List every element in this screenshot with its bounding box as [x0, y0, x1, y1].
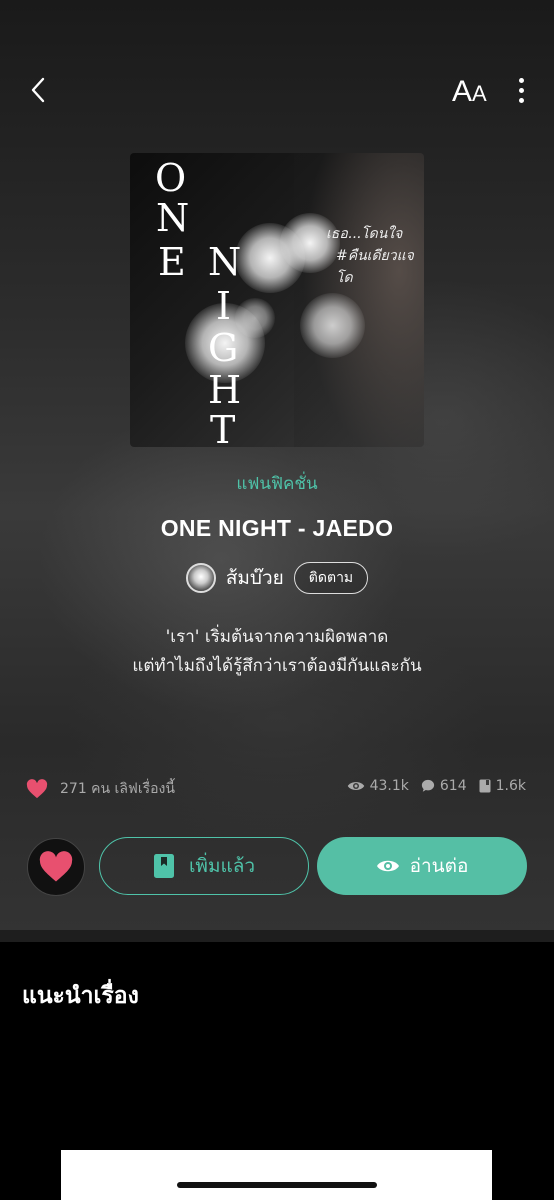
top-bar: AA [0, 62, 554, 118]
follow-button-label: ติดตาม [308, 570, 354, 586]
cover-tagline: เธอ...โดนใจ [326, 226, 403, 242]
cover-hashtag: #คืนเดียวแจโด [336, 248, 414, 286]
continue-reading-button[interactable]: อ่านต่อ [317, 837, 527, 895]
story-stats: 271 คน เลิฟเรื่องนี้ 43.1k 614 1.6k [0, 774, 554, 804]
story-title: ONE NIGHT - JAEDO [160, 515, 394, 541]
added-to-library-button[interactable]: เพิ่มแล้ว [99, 837, 309, 895]
chapters-metric: 1.6k [479, 778, 526, 794]
cover-title-letter: I [216, 284, 232, 328]
love-count: 271 คน เลิฟเรื่องนี้ [26, 778, 175, 800]
love-count-text: 271 คน เลิฟเรื่องนี้ [60, 781, 175, 797]
home-indicator[interactable] [177, 1182, 377, 1188]
more-dot-icon [518, 87, 524, 93]
bookmark-book-icon [153, 854, 174, 878]
views-metric: 43.1k [347, 778, 409, 794]
added-button-label: เพิ่มแล้ว [188, 855, 256, 877]
author-name[interactable]: ส้มบ๊วย [226, 563, 284, 593]
chevron-left-icon [31, 77, 45, 103]
section-divider [0, 930, 554, 942]
story-metrics: 43.1k 614 1.6k [347, 778, 526, 794]
chapters-count: 1.6k [495, 778, 526, 794]
comments-metric: 614 [421, 778, 467, 794]
author-row: ส้มบ๊วย ติดตาม [0, 562, 554, 594]
more-dot-icon [518, 77, 524, 83]
comments-count: 614 [439, 778, 467, 794]
views-count: 43.1k [369, 778, 409, 794]
love-button[interactable] [27, 838, 85, 896]
eye-icon [376, 860, 399, 872]
story-cover-image: O N E N I G H T เธอ...โดนใจ #คืนเดียวแจโ… [130, 153, 424, 447]
font-size-button[interactable]: AA [452, 70, 487, 110]
story-synopsis: 'เรา' เริ่มต้นจากความผิดพลาด แต่ทำไมถึงไ… [0, 623, 554, 681]
cover-title-letter: N [208, 240, 242, 284]
eye-icon [347, 782, 364, 790]
cover-title-letter: E [158, 240, 186, 284]
heart-icon [39, 851, 73, 882]
story-category[interactable]: แฟนฟิคชั่น [0, 470, 554, 497]
cover-title-letter: N [156, 196, 190, 240]
author-avatar[interactable] [185, 563, 216, 593]
back-button[interactable] [18, 70, 58, 110]
more-dot-icon [518, 97, 524, 103]
more-options-button[interactable] [506, 70, 536, 110]
follow-button[interactable]: ติดตาม [293, 562, 369, 594]
cover-title-letter: T [210, 408, 236, 447]
cover-title-letter: H [208, 368, 242, 412]
book-icon [479, 779, 491, 793]
font-size-icon-small: A [472, 81, 487, 106]
cover-bokeh-light [235, 298, 275, 338]
heart-icon [26, 779, 48, 799]
action-bar: เพิ่มแล้ว อ่านต่อ [0, 836, 554, 896]
read-button-label: อ่านต่อ [409, 855, 469, 877]
cover-title-letter: O [155, 156, 187, 200]
synopsis-line: 'เรา' เริ่มต้นจากความผิดพลาด [165, 627, 389, 647]
cover-title-letter: G [208, 326, 239, 370]
cover-bokeh-light [300, 293, 365, 358]
font-size-icon-large: A [452, 75, 473, 108]
synopsis-line: แต่ทำไมถึงได้รู้สึกว่าเราต้องมีกันและกัน [132, 656, 422, 676]
recommend-section-title: แนะนำเรื่อง [22, 983, 139, 1009]
comment-icon [421, 779, 435, 792]
bottom-banner[interactable] [61, 1150, 492, 1200]
